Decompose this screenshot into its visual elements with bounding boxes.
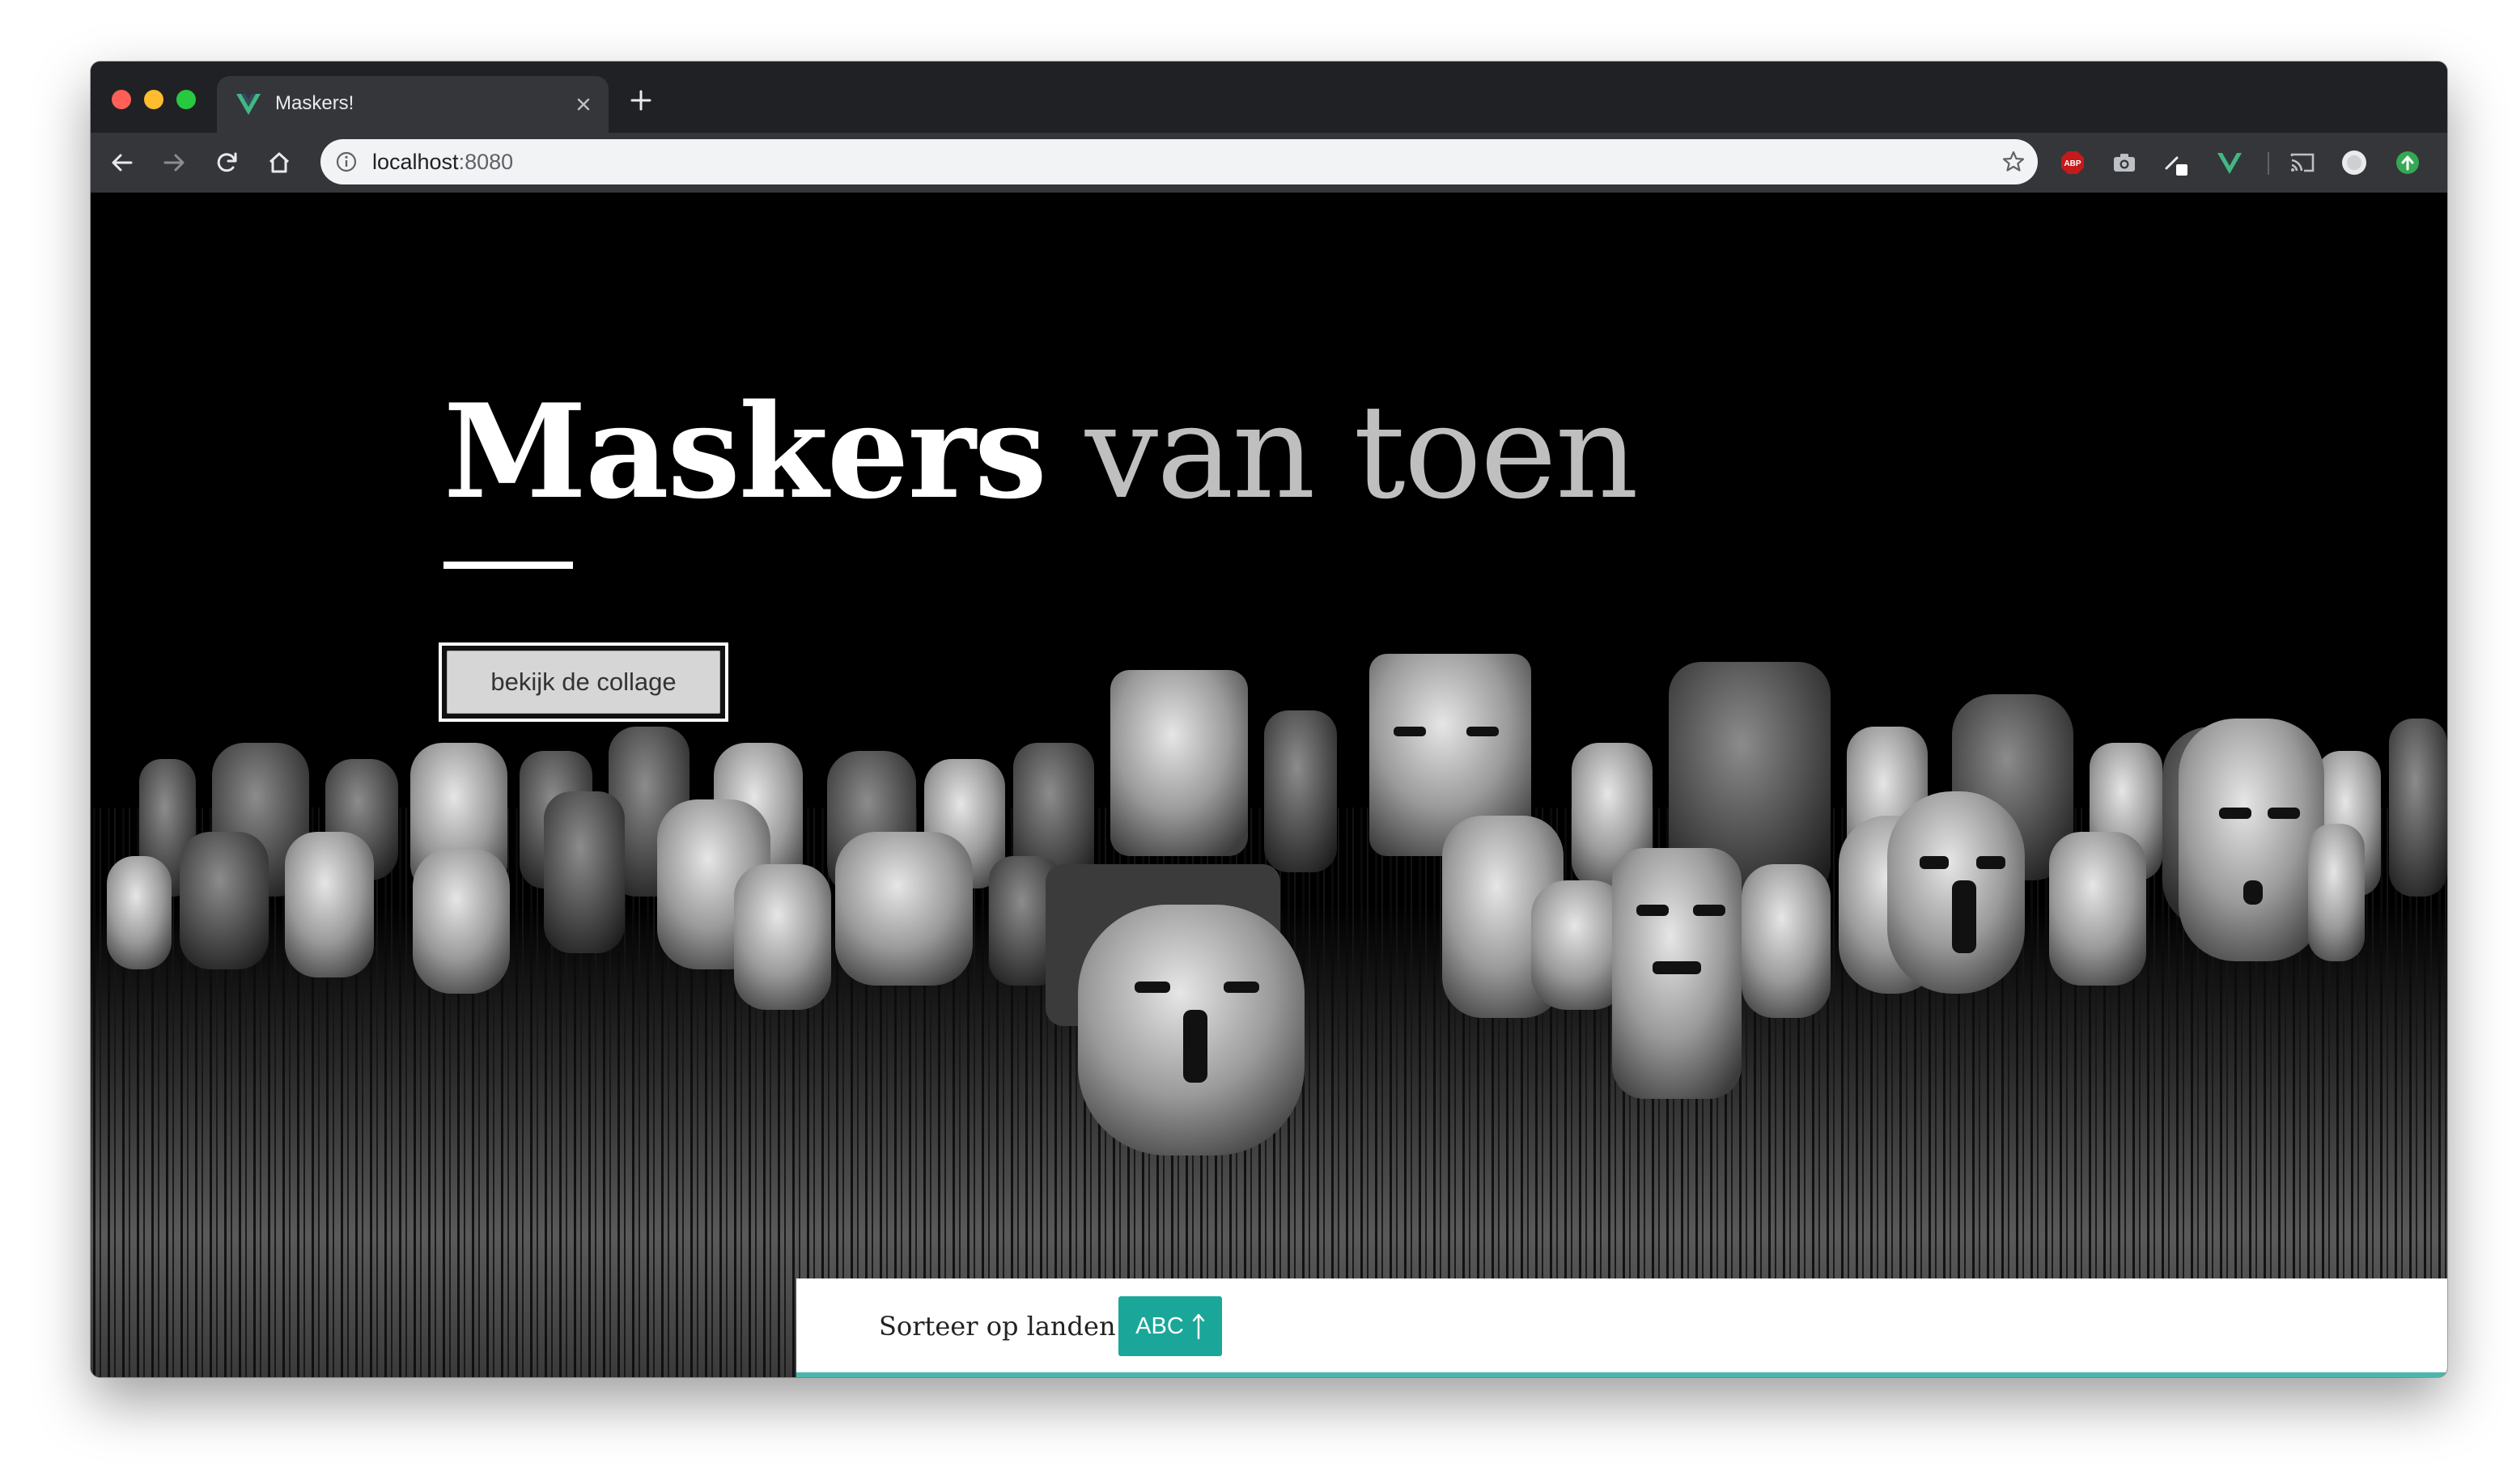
color-picker-icon[interactable] <box>2162 149 2190 176</box>
url-text: localhost:8080 <box>372 150 514 174</box>
bookmark-star-icon[interactable] <box>2001 149 2026 175</box>
tab-strip: Maskers! <box>91 61 2447 133</box>
adblock-plus-icon[interactable]: ABP <box>2059 149 2086 176</box>
browser-toolbar: localhost:8080 ABP <box>91 133 2447 193</box>
profile-avatar-icon[interactable] <box>2340 149 2368 176</box>
close-tab-icon[interactable] <box>570 91 597 118</box>
page-viewport: Maskers van toen bekijk de collage Sorte… <box>91 193 2447 1377</box>
sort-abc-button[interactable]: ABC <box>1118 1296 1222 1356</box>
browser-window: Maskers! localhost:8080 ABP Maskers van … <box>91 61 2447 1377</box>
update-icon[interactable] <box>2394 149 2421 176</box>
hero-title: Maskers van toen <box>443 387 1639 517</box>
sort-bar: Sorteer op landen: ABC <box>796 1278 2447 1377</box>
close-window-button[interactable] <box>112 90 131 109</box>
vue-devtools-icon[interactable] <box>2216 149 2243 176</box>
tab-title: Maskers! <box>275 92 354 114</box>
hero-title-rest: van toen <box>1084 376 1639 528</box>
view-collage-button[interactable]: bekijk de collage <box>439 642 728 722</box>
forward-icon[interactable] <box>159 147 189 178</box>
hero-title-main: Maskers <box>443 375 1047 528</box>
masks-hero-image <box>91 193 2447 1377</box>
reload-icon[interactable] <box>212 147 243 178</box>
browser-tab[interactable]: Maskers! <box>217 76 609 133</box>
toolbar-divider <box>2268 152 2269 175</box>
info-icon[interactable] <box>335 151 358 173</box>
arrow-up-icon <box>1192 1313 1205 1340</box>
new-tab-icon[interactable] <box>626 86 656 115</box>
sort-label: Sorteer op landen: <box>879 1311 1125 1342</box>
view-collage-button-label: bekijk de collage <box>447 651 720 714</box>
home-icon[interactable] <box>264 147 295 178</box>
svg-text:ABP: ABP <box>2064 159 2081 168</box>
minimize-window-button[interactable] <box>144 90 163 109</box>
back-icon[interactable] <box>107 147 138 178</box>
zoom-window-button[interactable] <box>176 90 196 109</box>
camera-icon[interactable] <box>2111 149 2138 176</box>
vue-logo-icon <box>236 94 261 115</box>
sort-button-label: ABC <box>1135 1312 1184 1339</box>
cast-icon[interactable] <box>2289 149 2316 176</box>
address-bar[interactable]: localhost:8080 <box>320 139 2038 184</box>
title-underline <box>443 562 573 569</box>
